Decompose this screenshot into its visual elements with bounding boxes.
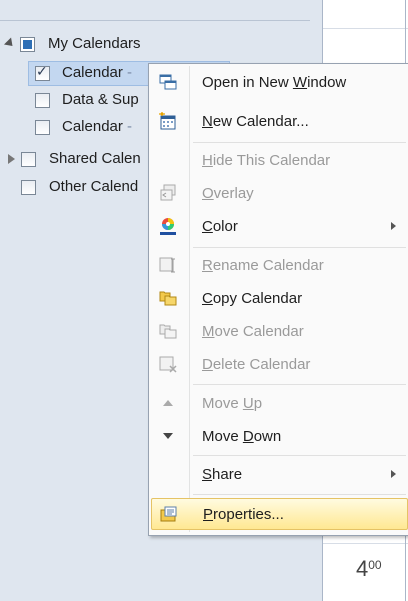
menu-rename-calendar: Rename Calendar (151, 250, 408, 280)
menu-separator (193, 142, 406, 143)
grid-line (323, 28, 408, 29)
menu-label: Copy Calendar (202, 290, 303, 307)
calendar-checkbox[interactable] (35, 93, 50, 108)
overlay-icon (160, 184, 176, 201)
menu-label: Properties... (203, 506, 284, 523)
group-label: Other Calend (49, 178, 139, 195)
group-checkbox[interactable] (21, 152, 36, 167)
menu-label: Move Up (202, 395, 263, 412)
rename-icon (159, 257, 175, 273)
group-label: Shared Calen (49, 150, 141, 167)
menu-hide-this-calendar: Hide This Calendar (151, 145, 408, 175)
menu-new-calendar[interactable]: New Calendar... (151, 106, 408, 136)
expand-closed-icon[interactable] (8, 154, 15, 164)
menu-label: New Calendar... (202, 113, 309, 130)
time-slot-label: 400 (356, 556, 382, 581)
menu-share[interactable]: Share (151, 459, 408, 489)
group-my-calendars[interactable]: My Calendars (0, 31, 300, 57)
menu-label: Color (202, 218, 238, 235)
calendar-checkbox-checked[interactable] (35, 64, 50, 81)
menu-separator (193, 384, 406, 385)
expand-open-icon[interactable] (3, 37, 17, 50)
menu-label: Rename Calendar (202, 257, 324, 274)
new-calendar-icon (159, 112, 176, 130)
menu-delete-calendar: Delete Calendar (151, 349, 408, 379)
menu-label: Move Calendar (202, 323, 304, 340)
menu-separator (193, 455, 406, 456)
properties-icon (160, 506, 177, 522)
calendar-checkbox[interactable] (35, 120, 50, 135)
open-window-icon (159, 74, 177, 90)
menu-label: Open in New Window (202, 74, 347, 91)
menu-label: Share (202, 466, 243, 483)
submenu-arrow-icon (391, 470, 396, 478)
menu-move-up: Move Up (151, 388, 408, 418)
context-menu: Open in New Window New Calendar... Hide … (148, 63, 408, 536)
group-checkbox[interactable] (21, 180, 36, 195)
calendar-label: Data & Sup (62, 91, 139, 108)
move-calendar-icon (159, 324, 177, 339)
calendar-label: Calendar - (62, 118, 133, 135)
menu-color[interactable]: Color (151, 211, 408, 241)
menu-copy-calendar[interactable]: Copy Calendar (151, 283, 408, 313)
color-icon (160, 218, 176, 235)
menu-overlay: Overlay (151, 178, 408, 208)
menu-label: Move Down (202, 428, 282, 445)
calendar-label: Calendar - (62, 64, 133, 81)
move-down-icon (163, 433, 173, 439)
menu-open-in-new-window[interactable]: Open in New Window (151, 67, 408, 97)
group-label: My Calendars (48, 35, 141, 52)
menu-separator (193, 247, 406, 248)
menu-separator (193, 494, 406, 495)
menu-label: Overlay (202, 185, 254, 202)
nav-header-bar (0, 0, 310, 21)
menu-move-down[interactable]: Move Down (151, 421, 408, 451)
group-checkbox-mixed[interactable] (20, 37, 35, 52)
menu-properties[interactable]: Properties... (151, 498, 408, 530)
menu-move-calendar: Move Calendar (151, 316, 408, 346)
menu-label: Delete Calendar (202, 356, 311, 373)
grid-line (323, 543, 408, 544)
menu-label: Hide This Calendar (202, 152, 331, 169)
copy-calendar-icon (159, 291, 177, 306)
delete-calendar-icon (159, 356, 177, 373)
move-up-icon (163, 400, 173, 406)
submenu-arrow-icon (391, 222, 396, 230)
